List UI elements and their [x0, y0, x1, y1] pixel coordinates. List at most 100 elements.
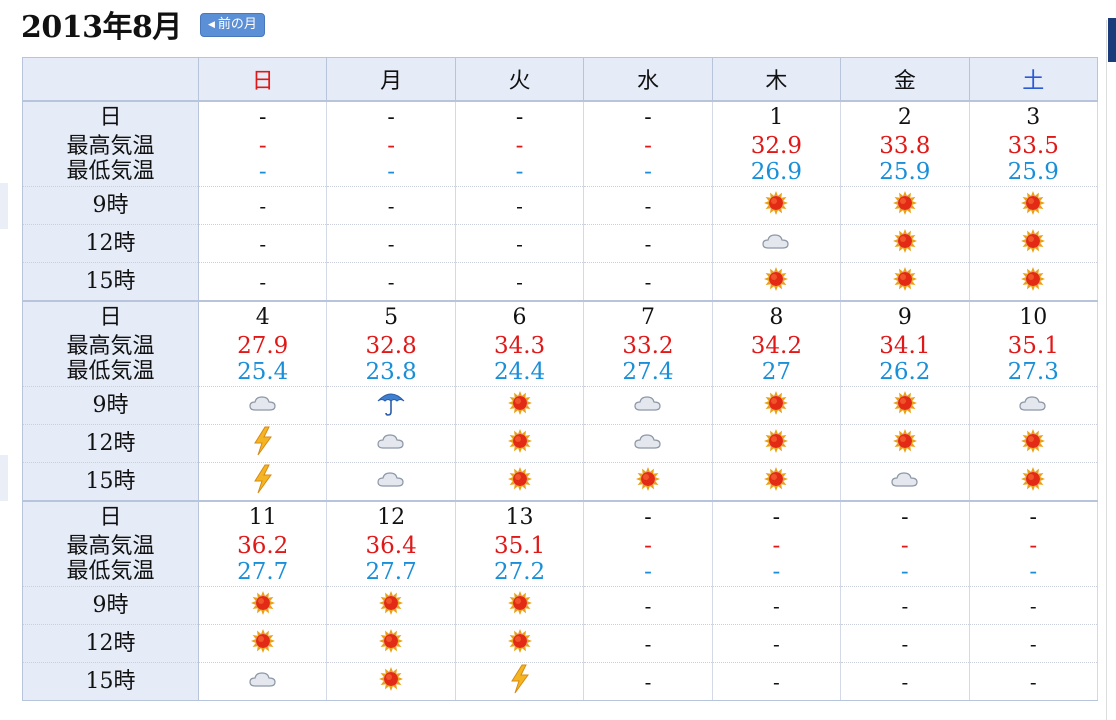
sun-icon [378, 628, 404, 660]
weekday-fri: 金 [840, 57, 970, 102]
sun-icon [892, 266, 918, 298]
date-cell: 5 [326, 300, 456, 332]
date-cell: - [454, 100, 585, 132]
high-temp: 32.8 [365, 333, 417, 359]
cloud-icon [761, 230, 791, 258]
low-temp: - [644, 559, 652, 585]
low-temp: - [515, 159, 524, 185]
weather-cell [197, 586, 328, 625]
sun-icon [1020, 428, 1046, 460]
sun-icon [892, 428, 918, 460]
cloud-icon [248, 668, 278, 696]
weather-cell [968, 262, 1099, 302]
sun-icon [763, 466, 789, 498]
weather-cell [326, 462, 456, 502]
weather-cell: - [840, 624, 970, 663]
low-temp: - [644, 159, 652, 185]
right-divider [1106, 20, 1107, 720]
sun-icon [1020, 228, 1046, 260]
row-label-time: 9時 [22, 386, 199, 425]
date-cell: 1 [711, 100, 842, 132]
weather-row: 12時 - - - - [22, 224, 1099, 263]
high-temp: 36.2 [237, 533, 289, 559]
weather-cell: - [583, 624, 713, 663]
sun-icon [507, 390, 533, 422]
weather-cell: - [583, 262, 713, 302]
label-high: 最高気温 [66, 534, 155, 559]
high-temp: - [900, 533, 909, 559]
weather-cell: - [197, 224, 328, 263]
sun-icon [635, 466, 661, 498]
cloud-icon [376, 430, 406, 458]
sun-icon [378, 590, 404, 622]
calendar-table: 日 月 火 水 木 金 土 日 - - - -1 2 3 最高気温 最低気温 - - - - - - - -32… [22, 57, 1099, 701]
label-low: 最低気温 [66, 159, 155, 184]
weather-cell: - [583, 224, 713, 263]
date-cell: - [840, 500, 970, 532]
date-cell: 12 [326, 500, 456, 532]
weather-cell: - [326, 224, 456, 263]
temperature-row: 最高気温 最低気温 - - - - - - - -32.9 26.9 33.8 25.9 33.5 25.9 [22, 132, 1099, 187]
row-label-time: 12時 [22, 624, 199, 663]
prev-month-button[interactable]: ◀ 前の月 [200, 13, 265, 37]
date-cell: 8 [711, 300, 842, 332]
cloud-icon [376, 468, 406, 496]
low-temp: 27.4 [622, 359, 674, 385]
weather-cell [968, 386, 1099, 425]
cloud-icon [1018, 392, 1048, 420]
weather-cell: - [583, 186, 713, 225]
temperature-cell: 33.5 25.9 [968, 132, 1099, 187]
weekday-thu: 木 [711, 57, 842, 102]
low-temp: - [772, 559, 781, 585]
lightning-icon [251, 426, 275, 462]
weather-cell: - [968, 662, 1099, 701]
sun-icon [763, 428, 789, 460]
weather-cell [454, 424, 585, 463]
weather-cell [454, 386, 585, 425]
sun-icon [507, 466, 533, 498]
high-temp: - [1029, 533, 1038, 559]
weather-cell [711, 424, 842, 463]
date-row: 日----123 [22, 100, 1099, 132]
cloud-icon [633, 392, 663, 420]
date-cell: 4 [197, 300, 328, 332]
weather-cell [711, 462, 842, 502]
date-cell: - [711, 500, 842, 532]
date-cell: 2 [840, 100, 970, 132]
sun-icon [892, 228, 918, 260]
left-side-tab [0, 455, 8, 501]
weather-cell [326, 424, 456, 463]
weather-cell [968, 462, 1099, 502]
weather-row: 15時 - - - - [22, 262, 1099, 302]
sun-icon [507, 628, 533, 660]
side-panel-tab[interactable] [1108, 18, 1116, 62]
date-cell: - [968, 500, 1099, 532]
weather-cell [197, 624, 328, 663]
sun-icon [763, 390, 789, 422]
sun-icon [250, 628, 276, 660]
sun-icon [763, 266, 789, 298]
row-label-time: 12時 [22, 224, 199, 263]
temperature-cell: 34.1 26.2 [840, 332, 970, 387]
page-title: 2013年8月 [21, 10, 182, 45]
weather-cell [326, 586, 456, 625]
row-label-time: 9時 [22, 186, 199, 225]
weather-cell: - [454, 262, 585, 302]
temperature-cell: -- [326, 132, 456, 187]
weather-cell [454, 586, 585, 625]
date-row: 日 4 5 6 7 8 9 10 [22, 300, 1099, 332]
temperature-cell: 35.1 27.3 [968, 332, 1099, 387]
weather-cell [197, 424, 328, 463]
low-temp: 23.8 [365, 359, 417, 385]
weekday-wed: 水 [583, 57, 713, 102]
row-label-date: 日 [22, 100, 199, 132]
weather-cell: - [968, 586, 1099, 625]
weather-cell [326, 624, 456, 663]
temperature-cell: 33.8 25.9 [840, 132, 970, 187]
date-cell: 11 [197, 500, 328, 532]
high-temp: - [644, 133, 652, 159]
weather-cell [197, 662, 328, 701]
prev-month-label: 前の月 [217, 17, 257, 32]
high-temp: 35.1 [493, 533, 546, 559]
low-temp: 27.3 [1007, 359, 1059, 385]
